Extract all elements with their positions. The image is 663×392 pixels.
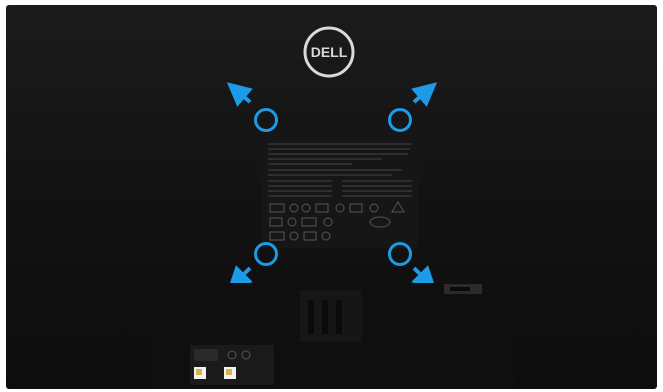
stand-neck <box>300 290 362 342</box>
compliance-detail <box>194 349 251 379</box>
arrow-up-left-icon <box>226 82 253 107</box>
arrow-down-left-icon <box>227 265 253 291</box>
arrow-up-right-icon <box>411 82 438 107</box>
stand-slots <box>308 300 342 334</box>
photo-scene: DELL <box>0 0 663 392</box>
power-connector <box>444 284 482 294</box>
compliance-sticker <box>190 345 274 385</box>
arrow-down-right-icon <box>411 265 437 291</box>
